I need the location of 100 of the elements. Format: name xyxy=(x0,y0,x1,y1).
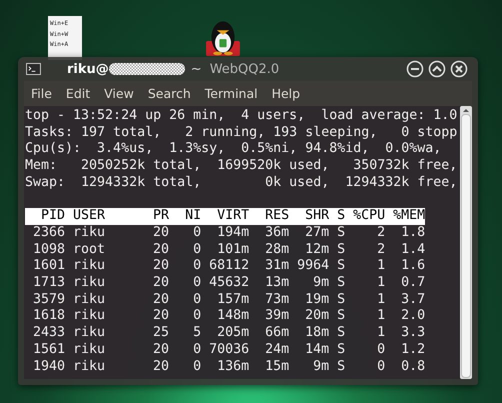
column-header: %CPU xyxy=(353,208,386,225)
table-cell: 68112 xyxy=(209,258,250,276)
table-cell-text: 3.3 xyxy=(400,325,426,342)
table-cell-text: 66m xyxy=(264,325,290,342)
table-cell-text: 27m xyxy=(304,224,330,242)
menu-item[interactable]: Search xyxy=(140,86,198,101)
table-cell-text: root xyxy=(73,242,106,258)
close-icon[interactable] xyxy=(450,60,468,78)
window-title-suffix: ~ xyxy=(190,62,202,76)
table-cell-text: 5 xyxy=(192,325,202,342)
table-cell-text: 0 xyxy=(192,342,202,359)
scrollbar[interactable] xyxy=(460,106,472,379)
table-cell-text: 1561 xyxy=(32,342,66,359)
table-cell-text: 25 xyxy=(152,325,170,342)
table-cell-text: 20 xyxy=(152,275,170,292)
window-title: riku@ xyxy=(67,62,109,76)
table-cell-text: riku xyxy=(73,358,106,376)
column-header: VIRT xyxy=(216,208,250,225)
column-header: S xyxy=(337,208,346,225)
table-cell-text: 24m xyxy=(264,342,290,359)
table-cell-text: 20 xyxy=(152,308,170,326)
table-cell-text: 9m xyxy=(312,275,330,292)
table-cell-text: 2 xyxy=(376,224,386,242)
table-cell-text: riku xyxy=(73,342,106,359)
table-cell-text: 1618 xyxy=(32,308,66,326)
table-cell-text: 2366 xyxy=(32,224,66,242)
column-header: %MEM xyxy=(393,208,426,225)
minimize-icon[interactable] xyxy=(406,60,424,78)
desktop-icon-label: WebQQ2.0 xyxy=(210,62,280,76)
table-cell: 45632 xyxy=(209,275,250,292)
table-cell-text: riku xyxy=(73,275,106,292)
table-cell: 9964 xyxy=(297,258,330,276)
menu-item[interactable]: View xyxy=(97,86,141,101)
table-cell-text: 0 xyxy=(192,308,202,326)
menu-item[interactable]: Help xyxy=(264,86,308,101)
maximize-icon[interactable] xyxy=(428,60,446,78)
table-cell-text: 1 xyxy=(376,292,386,308)
table-cell-text: 1.8 xyxy=(400,224,426,242)
table-cell: S xyxy=(337,292,346,308)
menu-item[interactable]: File xyxy=(24,86,59,101)
terminal-line: Swap: 1294332k total, 0k used, 1294332k free, xyxy=(25,174,458,192)
table-cell-text: 0.7 xyxy=(400,275,426,292)
table-cell-text: 0 xyxy=(192,224,202,242)
table-cell-text: 136m xyxy=(216,358,250,376)
table-cell-text: 0 xyxy=(376,358,386,376)
terminal-line: top - 13:52:24 up 26 min, 4 users, load average: 1.0 xyxy=(25,108,458,125)
table-cell: S xyxy=(337,258,346,276)
table-cell-text: 2.0 xyxy=(400,308,426,326)
scrollbar-thumb[interactable] xyxy=(461,114,471,378)
table-cell-text: 1.2 xyxy=(400,342,426,359)
table-cell-text: 101m xyxy=(216,242,250,258)
menu-item[interactable]: Terminal xyxy=(198,86,265,101)
column-header: USER xyxy=(73,208,106,225)
table-cell-text: riku xyxy=(73,292,106,308)
table-cell-text: 31m xyxy=(264,258,290,276)
terminal-line: Tasks: 197 total, 2 running, 193 sleeping, 0 stopp xyxy=(25,124,458,142)
terminal-line: Mem: 2050252k total, 1699520k used, 350732k free, xyxy=(25,158,458,175)
table-cell-text: 0 xyxy=(376,342,386,359)
table-cell-text: 28m xyxy=(264,242,290,258)
table-cell-text: 20 xyxy=(152,358,170,376)
table-cell-text: 15m xyxy=(264,358,290,376)
table-cell-text: 3.7 xyxy=(400,292,426,308)
table-cell-text: 0 xyxy=(192,292,202,308)
table-cell-text: 12m xyxy=(304,242,330,258)
table-cell-text: 73m xyxy=(264,292,290,308)
table-cell-text: 20 xyxy=(152,258,170,276)
table-cell-text: 1713 xyxy=(32,275,66,292)
table-cell: S xyxy=(337,224,346,242)
table-cell: S xyxy=(337,275,346,292)
column-header: RES xyxy=(264,208,290,225)
table-cell-text: 1 xyxy=(376,325,386,342)
table-cell-text: 39m xyxy=(264,308,290,326)
column-header: SHR xyxy=(304,208,330,225)
table-cell-text: 148m xyxy=(216,308,250,326)
terminal-icon xyxy=(26,63,41,75)
table-cell-text: 36m xyxy=(264,224,290,242)
table-cell-text: 2433 xyxy=(32,325,66,342)
table-cell-text: 1.6 xyxy=(400,258,426,276)
terminal-line: Cpu(s): 3.4%us, 1.3%sy, 0.5%ni, 94.8%id, 0.0%wa, xyxy=(25,141,442,158)
table-cell: 70036 xyxy=(209,342,250,359)
table-cell-text: 13m xyxy=(264,275,290,292)
table-cell-text: 1 xyxy=(376,308,386,326)
table-cell-text: 157m xyxy=(216,292,250,308)
table-cell-text: 18m xyxy=(304,325,330,342)
table-cell: S xyxy=(337,358,346,376)
table-cell-text: 0 xyxy=(192,275,202,292)
menu-item[interactable]: Edit xyxy=(58,86,98,101)
table-cell-text: 0 xyxy=(192,358,202,376)
table-cell-text: 20 xyxy=(152,342,170,359)
table-cell-text: 20 xyxy=(152,292,170,308)
table-cell-text: 0 xyxy=(192,242,202,258)
table-cell-text: 194m xyxy=(216,224,250,242)
table-cell: S xyxy=(337,308,346,326)
table-cell-text: 1 xyxy=(376,258,386,276)
column-header: PID xyxy=(40,208,66,225)
table-cell-text: riku xyxy=(73,325,106,342)
table-cell-text: 205m xyxy=(216,325,250,342)
table-cell-text: 1 xyxy=(376,275,386,292)
table-cell-text: 9m xyxy=(312,358,330,376)
table-cell-text: 3579 xyxy=(32,292,66,308)
